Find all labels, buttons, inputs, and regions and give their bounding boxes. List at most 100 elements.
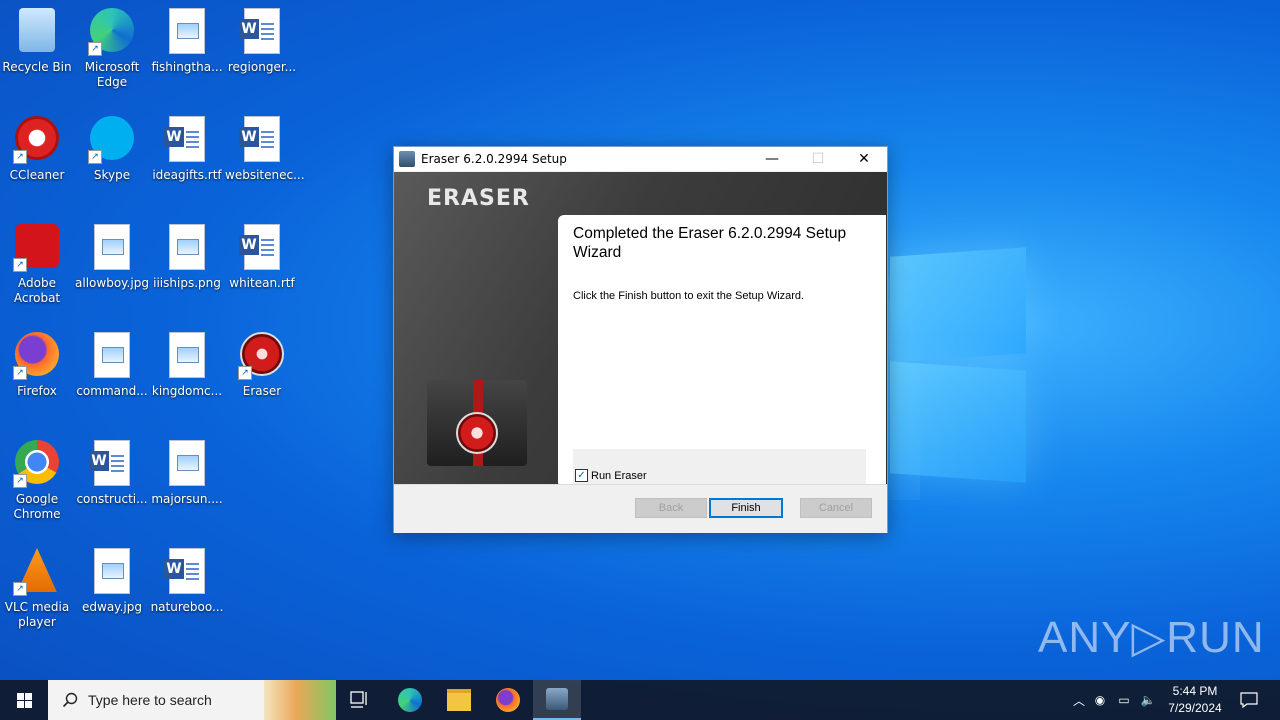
wizard-message: Click the Finish button to exit the Setu… [573, 290, 805, 302]
desktop-icon-label: natureboo... [150, 600, 224, 614]
taskbar-installer[interactable] [533, 680, 581, 720]
shortcut-arrow-icon: ↗ [13, 258, 27, 272]
desktop-icon-natureboo[interactable]: Wnatureboo... [150, 548, 224, 615]
desktop-icon-label: iiiships.png [153, 276, 221, 290]
eraser-icon: ↗ [238, 332, 286, 380]
minimize-button[interactable]: — [749, 147, 795, 171]
installer-taskbar-icon [546, 688, 568, 710]
desktop-icon-label: fishingtha... [151, 60, 223, 74]
wizard-heading: Completed the Eraser 6.2.0.2994 Setup Wi… [573, 225, 847, 261]
word-file-icon: W [88, 440, 136, 488]
taskbar-firefox[interactable] [484, 680, 532, 720]
desktop-icon-google-chrome[interactable]: ↗ Google Chrome [0, 440, 74, 522]
image-file-icon [163, 440, 211, 488]
skype-icon: ↗ [88, 116, 136, 164]
task-view-button[interactable] [336, 680, 384, 720]
title-bar[interactable]: Eraser 6.2.0.2994 Setup — ☐ ✕ [394, 147, 887, 171]
desktop-icon-whitean-rtf[interactable]: Wwhitean.rtf [225, 224, 299, 291]
chevron-up-icon[interactable]: ︿ [1070, 692, 1088, 709]
wizard-banner: ERASER Completed the Eraser 6.2.0.2994 S… [394, 172, 887, 502]
shortcut-arrow-icon: ↗ [88, 150, 102, 164]
desktop-icon-microsoft-edge[interactable]: ↗ Microsoft Edge [75, 8, 149, 90]
word-file-icon: W [163, 116, 211, 164]
desktop-icon-label: Adobe Acrobat [13, 276, 61, 305]
image-file-icon [88, 224, 136, 272]
network-icon[interactable]: ▭ [1112, 693, 1136, 707]
desktop-icon-label: edway.jpg [82, 600, 142, 614]
desktop-icon-label: whitean.rtf [229, 276, 295, 290]
firefox-icon [496, 688, 520, 712]
recycle-bin-icon [13, 8, 61, 56]
desktop-icon-label: regionger... [227, 60, 297, 74]
action-center-button[interactable] [1234, 680, 1264, 720]
desktop-icon-label: Skype [93, 168, 131, 182]
shortcut-arrow-icon: ↗ [13, 150, 27, 164]
desktop-icon-command[interactable]: command... [75, 332, 149, 399]
edge-icon: ↗ [88, 8, 136, 56]
taskbar-file-explorer[interactable] [435, 680, 483, 720]
desktop-icon-label: Google Chrome [13, 492, 61, 521]
desktop-icon-vlc-media-player[interactable]: ↗ VLC media player [0, 548, 74, 630]
task-view-icon [350, 691, 367, 708]
meet-now-icon[interactable]: ◉ [1088, 693, 1112, 707]
shortcut-arrow-icon: ↗ [13, 474, 27, 488]
image-file-icon [163, 224, 211, 272]
clock-time: 5:44 PM [1172, 684, 1218, 698]
desktop-icon-label: kingdomc... [151, 384, 223, 398]
desktop-icon-label: majorsun.... [151, 492, 223, 506]
desktop-icon-label: Eraser [242, 384, 282, 398]
word-file-icon: W [238, 8, 286, 56]
desktop-icon-edway-jpg[interactable]: edway.jpg [75, 548, 149, 615]
chrome-icon: ↗ [13, 440, 61, 488]
desktop-icon-label: websitenec... [225, 168, 305, 182]
edge-icon [398, 688, 422, 712]
wizard-footer: Back Finish Cancel [394, 484, 887, 533]
desktop-icon-skype[interactable]: ↗ Skype [75, 116, 149, 183]
taskbar-clock[interactable]: 5:44 PM 7/29/2024 [1160, 683, 1230, 717]
desktop-icon-ccleaner[interactable]: ↗ CCleaner [0, 116, 74, 183]
installer-window: Eraser 6.2.0.2994 Setup — ☐ ✕ ERASER Com… [393, 146, 888, 533]
run-eraser-label: Run Eraser [591, 469, 647, 482]
checkmark-icon: ✓ [575, 469, 588, 482]
taskbar-edge[interactable] [386, 680, 434, 720]
desktop-icon-fishingtha[interactable]: fishingtha... [150, 8, 224, 75]
word-file-icon: W [238, 224, 286, 272]
desktop-icon-ideagifts-rtf[interactable]: Wideagifts.rtf [150, 116, 224, 183]
desktop-icon-label: VLC media player [4, 600, 70, 629]
desktop-icon-iiiships-png[interactable]: iiiships.png [150, 224, 224, 291]
shortcut-arrow-icon: ↗ [13, 366, 27, 380]
desktop-icon-recycle-bin[interactable]: Recycle Bin [0, 8, 74, 75]
desktop-icon-regionger[interactable]: Wregionger... [225, 8, 299, 75]
taskbar-search-box[interactable]: Type here to search [48, 680, 336, 720]
close-button[interactable]: ✕ [841, 147, 887, 171]
desktop-icon-label: CCleaner [9, 168, 65, 182]
search-icon [62, 692, 78, 708]
word-file-icon: W [238, 116, 286, 164]
notification-icon [1240, 692, 1258, 708]
shortcut-arrow-icon: ↗ [238, 366, 252, 380]
shortcut-arrow-icon: ↗ [13, 582, 27, 596]
desktop-icon-firefox[interactable]: ↗ Firefox [0, 332, 74, 399]
word-file-icon: W [163, 548, 211, 596]
desktop-icon-kingdomc[interactable]: kingdomc... [150, 332, 224, 399]
desktop-icon-label: command... [76, 384, 148, 398]
desktop-icon-label: Recycle Bin [2, 60, 72, 74]
desktop-icon-websitenec[interactable]: Wwebsitenec... [225, 116, 305, 183]
search-placeholder: Type here to search [88, 692, 212, 708]
search-highlight-image [264, 680, 336, 720]
finish-button[interactable]: Finish [709, 498, 783, 518]
start-button[interactable] [0, 680, 48, 720]
desktop-icon-allowboy-jpg[interactable]: allowboy.jpg [75, 224, 149, 291]
desktop-icon-eraser[interactable]: ↗ Eraser [225, 332, 299, 399]
image-file-icon [163, 332, 211, 380]
volume-icon[interactable]: 🔈 [1136, 693, 1160, 707]
image-file-icon [88, 332, 136, 380]
desktop-icon-constructi[interactable]: Wconstructi... [75, 440, 149, 507]
maximize-button: ☐ [811, 151, 825, 167]
desktop-icon-majorsun[interactable]: majorsun.... [150, 440, 224, 507]
firefox-icon: ↗ [13, 332, 61, 380]
run-eraser-checkbox[interactable]: ✓ Run Eraser [575, 469, 647, 482]
desktop-icon-label: Firefox [17, 384, 57, 398]
desktop-icon-adobe-acrobat[interactable]: ↗ Adobe Acrobat [0, 224, 74, 306]
desktop-icon-label: constructi... [76, 492, 148, 506]
